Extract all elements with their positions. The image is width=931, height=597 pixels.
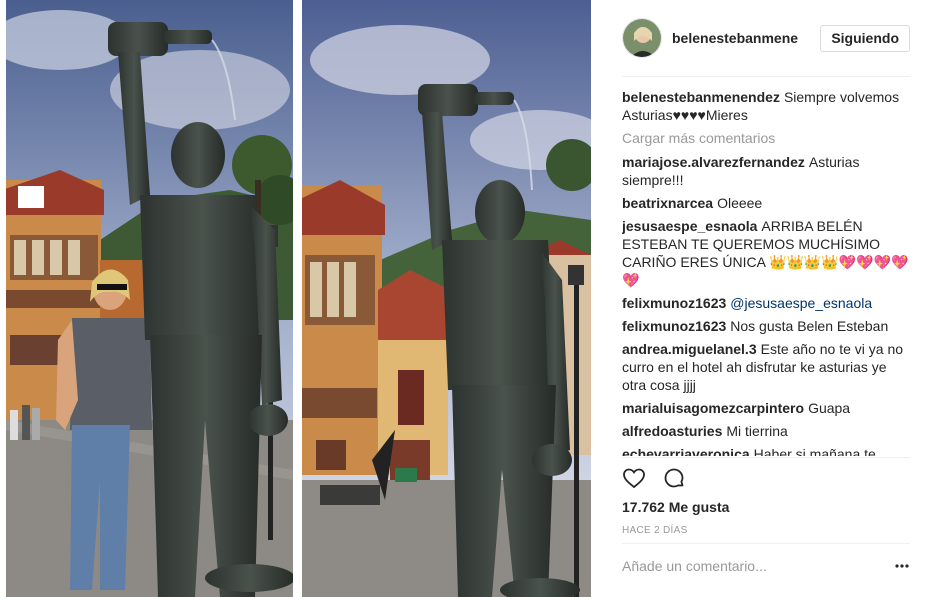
- header-divider: [622, 76, 910, 77]
- post-photo[interactable]: [0, 0, 600, 597]
- list-item: jesusaespe_esnaola ARRIBA BELÉN ESTEBAN T…: [622, 217, 910, 289]
- actions-divider: [622, 457, 910, 458]
- list-item: felixmunoz1623 @jesusaespe_esnaola: [622, 294, 910, 312]
- list-item: andrea.miguelanel.3 Este año no te vi ya …: [622, 340, 910, 394]
- list-item: beatrixnarcea Oleeee: [622, 194, 910, 212]
- photo-left: [6, 0, 293, 597]
- avatar[interactable]: [622, 18, 662, 58]
- comment-username[interactable]: beatrixnarcea: [622, 195, 713, 211]
- list-item: felixmunoz1623 Nos gusta Belen Esteban: [622, 317, 910, 335]
- caption-username[interactable]: belenestebanmenendez: [622, 89, 780, 105]
- comment-username[interactable]: jesusaespe_esnaola: [622, 218, 757, 234]
- comment-username[interactable]: andrea.miguelanel.3: [622, 341, 757, 357]
- comment-username[interactable]: felixmunoz1623: [622, 318, 726, 334]
- add-comment-row: [622, 558, 910, 574]
- heart-icon[interactable]: [622, 466, 646, 490]
- more-options-icon[interactable]: [894, 558, 910, 574]
- post-header: belenestebanmene Siguiendo: [622, 15, 910, 61]
- comment-text: Haber si mañana te: [753, 446, 876, 456]
- list-item: mariajose.alvarezfernandez Asturias siemp…: [622, 153, 910, 189]
- list-item: alfredoasturies Mi tierrina: [622, 422, 910, 440]
- comment-text: Mi tierrina: [726, 423, 788, 439]
- comment-text: Nos gusta Belen Esteban: [730, 318, 889, 334]
- comment-username[interactable]: mariajose.alvarezfernandez: [622, 154, 805, 170]
- header-username[interactable]: belenestebanmene: [672, 30, 820, 46]
- post-date[interactable]: HACE 2 DÍAS: [622, 525, 688, 536]
- comment-username[interactable]: alfredoasturies: [622, 423, 722, 439]
- comment-username[interactable]: marialuisagomezcarpintero: [622, 400, 804, 416]
- comment-text: Oleeee: [717, 195, 763, 211]
- load-more-comments-link[interactable]: Cargar más comentarios: [622, 129, 910, 147]
- comments-list[interactable]: belenestebanmenendez Siempre volvemos Ast…: [622, 88, 910, 456]
- list-item: marialuisagomezcarpintero Guapa: [622, 399, 910, 417]
- comment-mention-link[interactable]: @jesusaespe_esnaola: [730, 295, 872, 311]
- post-sidebar: belenestebanmene Siguiendo belenestebanm…: [600, 0, 931, 597]
- list-item: echevarriaveronica Haber si mañana te: [622, 445, 910, 456]
- comment-username[interactable]: felixmunoz1623: [622, 295, 726, 311]
- comment-text: Guapa: [808, 400, 851, 416]
- caption: belenestebanmenendez Siempre volvemos Ast…: [622, 88, 910, 124]
- following-button[interactable]: Siguiendo: [820, 24, 910, 52]
- photo-right: [302, 0, 591, 597]
- comment-username[interactable]: echevarriaveronica: [622, 446, 750, 456]
- post-actions: [622, 466, 686, 490]
- comment-box-divider: [622, 543, 910, 544]
- likes-count[interactable]: 17.762 Me gusta: [622, 499, 729, 515]
- comment-input[interactable]: [622, 558, 862, 574]
- comment-bubble-icon[interactable]: [662, 466, 686, 490]
